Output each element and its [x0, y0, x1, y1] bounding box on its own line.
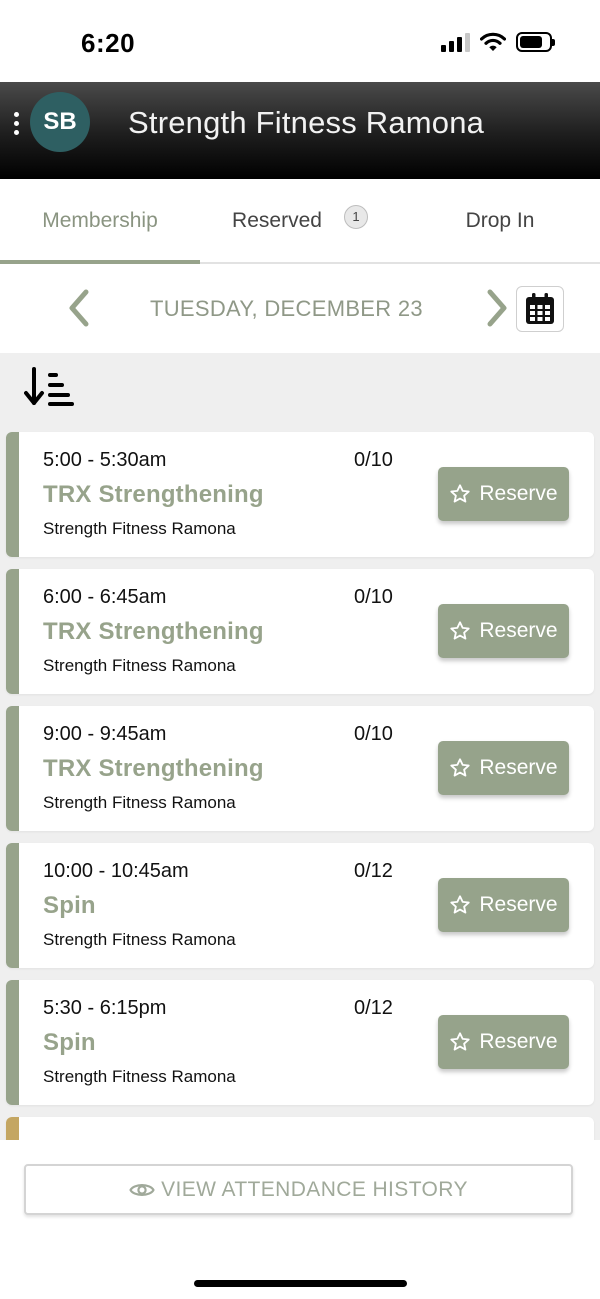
- class-name: Spin: [43, 892, 96, 919]
- class-card[interactable]: 5:00 - 5:30am 0/10 TRX Strengthening Str…: [6, 432, 594, 557]
- reserve-label: Reserve: [479, 1030, 558, 1053]
- view-attendance-history-button[interactable]: VIEW ATTENDANCE HISTORY: [24, 1164, 573, 1215]
- class-list[interactable]: 5:00 - 5:30am 0/10 TRX Strengthening Str…: [0, 353, 600, 1140]
- eye-icon: [129, 1183, 155, 1196]
- home-indicator: [194, 1280, 407, 1287]
- wifi-icon: [480, 32, 506, 51]
- tab-drop-in[interactable]: Drop In: [400, 179, 600, 262]
- class-card[interactable]: 10:00 - 10:45am 0/12 Spin Strength Fitne…: [6, 843, 594, 968]
- class-capacity: 0/10: [354, 449, 393, 471]
- tab-label: Reserved: [232, 208, 322, 232]
- class-capacity: 0/10: [354, 723, 393, 745]
- reserve-button[interactable]: Reserve: [438, 604, 569, 658]
- class-card[interactable]: 6:00 - 6:45am 0/10 TRX Strengthening Str…: [6, 569, 594, 694]
- card-accent-bar: [6, 843, 19, 968]
- reserve-button[interactable]: Reserve: [438, 741, 569, 795]
- class-location: Strength Fitness Ramona: [43, 930, 236, 949]
- card-accent-bar: [6, 706, 19, 831]
- sort-descending-icon[interactable]: [24, 365, 76, 409]
- class-name: TRX Strengthening: [43, 755, 264, 782]
- class-location: Strength Fitness Ramona: [43, 793, 236, 812]
- tab-label: Membership: [42, 208, 158, 232]
- reserve-button[interactable]: Reserve: [438, 1015, 569, 1069]
- status-icons: [441, 32, 555, 52]
- card-accent-bar: [6, 980, 19, 1105]
- class-card[interactable]: 9:00 - 9:45am 0/10 TRX Strengthening Str…: [6, 706, 594, 831]
- status-bar: 6:20: [0, 0, 600, 82]
- selected-date: TUESDAY, DECEMBER 23: [150, 296, 423, 321]
- class-time: 5:30 - 6:15pm: [43, 997, 167, 1019]
- class-name: TRX Strengthening: [43, 618, 264, 645]
- calendar-button[interactable]: [516, 286, 564, 332]
- class-location: Strength Fitness Ramona: [43, 656, 236, 675]
- star-icon: [450, 1032, 471, 1051]
- cellular-signal-icon: [441, 32, 470, 52]
- reserve-label: Reserve: [479, 893, 558, 916]
- calendar-icon: [526, 293, 554, 324]
- class-location: Strength Fitness Ramona: [43, 519, 236, 538]
- avatar[interactable]: SB: [30, 92, 90, 152]
- reserve-button[interactable]: Reserve: [438, 878, 569, 932]
- date-navigation: TUESDAY, DECEMBER 23: [0, 266, 600, 353]
- tab-reserved[interactable]: Reserved 1: [200, 179, 400, 262]
- class-time: 6:00 - 6:45am: [43, 586, 167, 608]
- app-header: SB Strength Fitness Ramona: [0, 82, 600, 179]
- class-capacity: 0/12: [354, 997, 393, 1019]
- more-menu-icon[interactable]: [12, 112, 20, 135]
- reserve-label: Reserve: [479, 756, 558, 779]
- class-capacity: 0/12: [354, 860, 393, 882]
- card-accent-bar: [6, 1117, 19, 1140]
- reserve-label: Reserve: [479, 482, 558, 505]
- class-capacity: 0/10: [354, 586, 393, 608]
- battery-icon: [516, 32, 555, 52]
- star-icon: [450, 621, 471, 640]
- class-name: TRX Strengthening: [43, 481, 264, 508]
- history-label: VIEW ATTENDANCE HISTORY: [161, 1177, 468, 1201]
- star-icon: [450, 484, 471, 503]
- card-accent-bar: [6, 432, 19, 557]
- reserve-label: Reserve: [479, 619, 558, 642]
- status-time: 6:20: [81, 28, 136, 58]
- page-title: Strength Fitness Ramona: [128, 105, 485, 140]
- chevron-left-icon[interactable]: [64, 286, 94, 330]
- class-time: 9:00 - 9:45am: [43, 723, 167, 745]
- class-name: Spin: [43, 1029, 96, 1056]
- reserve-button[interactable]: Reserve: [438, 467, 569, 521]
- card-accent-bar: [6, 569, 19, 694]
- class-card[interactable]: 5:30 - 6:15pm 0/12 Spin Strength Fitness…: [6, 980, 594, 1105]
- star-icon: [450, 895, 471, 914]
- footer: VIEW ATTENDANCE HISTORY: [0, 1140, 600, 1299]
- class-card-partial[interactable]: [6, 1117, 594, 1140]
- tab-membership[interactable]: Membership: [0, 179, 200, 264]
- tab-bar: Membership Reserved 1 Drop In: [0, 179, 600, 264]
- chevron-right-icon[interactable]: [482, 286, 512, 330]
- reserved-count-badge: 1: [343, 204, 368, 229]
- tab-label: Drop In: [465, 208, 535, 232]
- class-location: Strength Fitness Ramona: [43, 1067, 236, 1086]
- class-time: 5:00 - 5:30am: [43, 449, 167, 471]
- star-icon: [450, 758, 471, 777]
- class-time: 10:00 - 10:45am: [43, 860, 189, 882]
